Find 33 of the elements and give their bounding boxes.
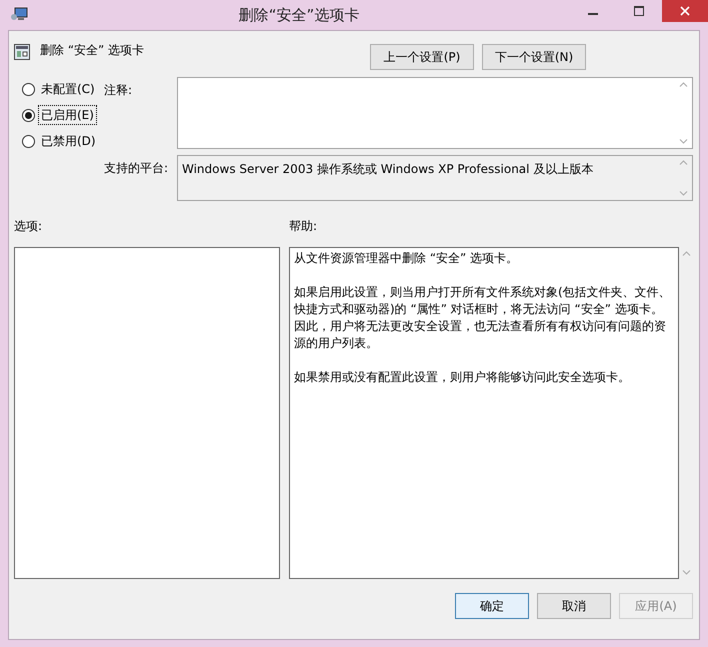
close-icon [680,6,690,16]
computer-icon [10,7,28,23]
policy-name: 删除 “安全” 选项卡 [40,42,146,59]
scroll-up-icon [679,82,688,87]
help-paragraph: 从文件资源管理器中删除 “安全” 选项卡。 [294,250,520,267]
minimize-icon [588,13,598,15]
radio-label[interactable]: 已禁用(D) [39,132,98,150]
options-label: 选项: [14,218,44,235]
radio-button[interactable] [22,82,35,96]
nav-button[interactable]: 上一个设置(P) [370,44,474,70]
scroll-down-icon [679,191,688,196]
dialog-button[interactable]: 确定 [455,593,529,619]
help-paragraph: 如果启用此设置，则当用户打开所有文件系统对象(包括文件夹、文件、快捷方式和驱动器)的 “属性” 对话框时，将无法访问 “安全” 选项卡。因此，用户将无法更改安全设置，也无法查看所有有权访问有问题的资源的用户列表。 [294,284,672,352]
radio-button[interactable] [22,134,35,148]
close-button[interactable] [662,0,708,22]
policy-icon [14,44,30,60]
scroll-up-icon [682,251,690,256]
comment-label: 注释: [104,82,134,99]
maximize-icon [634,6,644,16]
radio-label[interactable]: 未配置(C) [39,80,97,98]
scroll-up-icon [679,160,688,165]
help-paragraph: 如果禁用或没有配置此设置，则用户将能够访问此安全选项卡。 [294,369,631,386]
comment-field[interactable] [177,77,693,149]
scroll-down-icon [682,570,690,575]
platform-text: Windows Server 2003 操作系统或 Windows XP Professional 及以上版本 [181,161,594,178]
scroll-down-icon [679,139,688,144]
radio-button[interactable] [22,108,35,122]
platform-label: 支持的平台: [104,160,170,177]
window-title: 删除“安全”选项卡 [238,4,360,26]
dialog-button[interactable]: 取消 [537,593,611,619]
nav-button[interactable]: 下一个设置(N) [482,44,586,70]
help-label: 帮助: [289,218,318,235]
radio-label[interactable]: 已启用(E) [39,106,96,124]
